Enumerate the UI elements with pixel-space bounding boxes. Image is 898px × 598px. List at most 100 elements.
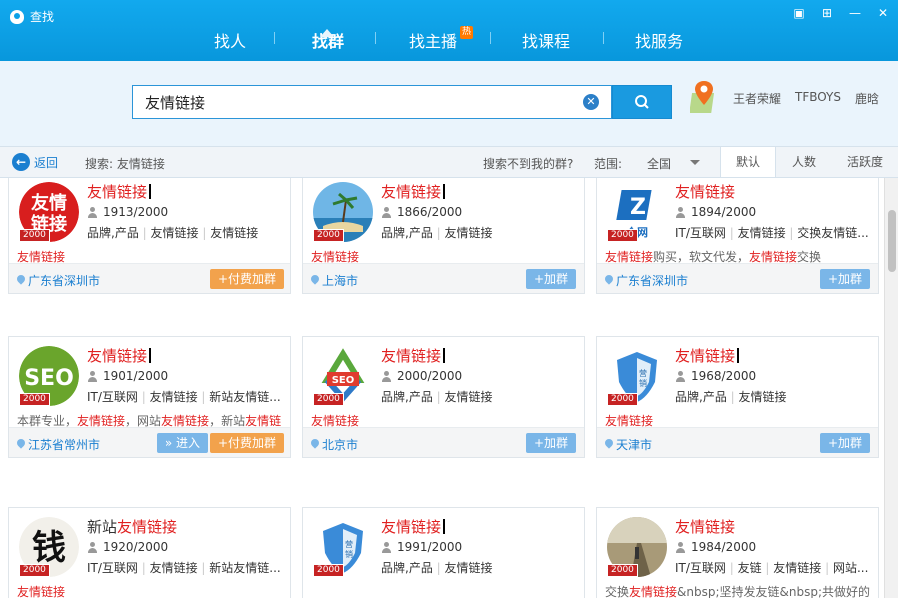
member-count: 1968/2000 xyxy=(675,369,756,383)
member-count: 1984/2000 xyxy=(675,540,756,554)
group-card[interactable]: 2000友情链接1984/2000IT/互联网友链友情链接网站...交换友情链接… xyxy=(596,507,879,598)
members-icon xyxy=(675,206,686,218)
group-card[interactable]: 2000 友情链接 1866/2000 品牌,产品友情链接友情链接上海市 +加群 xyxy=(302,178,585,294)
group-card[interactable]: 营销2000 友情链接 1968/2000 品牌,产品友情链接友情链接天津市 +加群 xyxy=(596,336,879,458)
group-description: 交换友情链接&nbsp;坚持发友链&nbsp;共做好的 xyxy=(605,585,871,598)
group-tag[interactable]: 交换友情链... xyxy=(786,226,869,240)
tab-find-services[interactable]: 找服务 xyxy=(635,28,683,52)
group-tag[interactable]: 友情链接 xyxy=(199,226,259,240)
location-pin-icon xyxy=(311,439,319,450)
group-tag[interactable]: 品牌,产品 xyxy=(381,390,433,404)
back-button[interactable]: ← 返回 xyxy=(12,153,58,171)
group-tag[interactable]: IT/互联网 xyxy=(675,561,726,575)
nav-divider xyxy=(490,32,491,44)
sort-activity[interactable]: 活跃度 xyxy=(836,147,894,177)
main-nav: 找人 找群 找主播 热 找课程 找服务 xyxy=(0,24,898,61)
group-location[interactable]: 广东省深圳市 xyxy=(605,272,688,289)
group-tag[interactable]: 友情链接 xyxy=(433,226,493,240)
group-tag[interactable]: 品牌,产品 xyxy=(87,226,139,240)
group-card[interactable]: 钱2000新站友情链接1920/2000IT/互联网友情链接新站友情链...友情… xyxy=(8,507,291,598)
group-location[interactable]: 天津市 xyxy=(605,436,652,453)
group-tags: 品牌,产品友情链接 xyxy=(675,388,875,405)
group-name-keyword: 友情链接 xyxy=(381,347,442,365)
group-card[interactable]: SEO 2000 友情链接 2000/2000 品牌,产品友情链接友情链接北京市 +加群 xyxy=(302,336,585,458)
sort-default[interactable]: 默认 xyxy=(720,147,776,177)
hot-word[interactable]: 鹿晗 xyxy=(855,90,879,107)
group-tag[interactable]: 友情链接 xyxy=(762,561,822,575)
location-pin-icon xyxy=(311,275,319,286)
paid-join-button[interactable]: +付费加群 xyxy=(209,433,284,453)
group-tag[interactable]: 友链 xyxy=(726,561,762,575)
search-button[interactable] xyxy=(612,85,672,119)
group-location[interactable]: 广东省深圳市 xyxy=(17,272,100,289)
group-location[interactable]: 江苏省常州市 xyxy=(17,436,100,453)
clear-icon[interactable]: ✕ xyxy=(583,94,599,110)
enter-group-button[interactable]: » 进入 xyxy=(156,433,208,453)
search-input[interactable] xyxy=(133,86,573,118)
group-tag[interactable]: IT/互联网 xyxy=(675,226,726,240)
card-footer: 北京市 +加群 xyxy=(303,427,584,457)
chevron-down-icon[interactable] xyxy=(690,160,700,165)
group-tag[interactable]: IT/互联网 xyxy=(87,561,138,575)
group-tag[interactable]: 新站友情链... xyxy=(198,390,281,404)
sort-members[interactable]: 人数 xyxy=(776,147,832,177)
group-name[interactable]: 友情链接 xyxy=(381,181,446,202)
join-group-button[interactable]: +加群 xyxy=(819,433,870,453)
tab-find-courses[interactable]: 找课程 xyxy=(522,28,570,52)
join-group-button[interactable]: +加群 xyxy=(525,269,576,289)
scrollbar[interactable] xyxy=(884,178,898,598)
group-tag[interactable]: 品牌,产品 xyxy=(381,561,433,575)
group-tag[interactable]: 友情链接 xyxy=(139,226,199,240)
group-tags: 品牌,产品友情链接 xyxy=(381,224,581,241)
location-pin-icon xyxy=(605,275,613,286)
group-card[interactable]: Z众网2000友情链接1894/2000IT/互联网友情链接交换友情链...友情… xyxy=(596,178,879,294)
group-tag[interactable]: 友情链接 xyxy=(138,390,198,404)
group-tag[interactable]: IT/互联网 xyxy=(87,390,138,404)
close-icon[interactable]: ✕ xyxy=(876,6,890,20)
tab-find-streamers[interactable]: 找主播 xyxy=(409,28,457,52)
add-icon[interactable]: ⊞ xyxy=(820,6,834,20)
not-found-link[interactable]: 搜索不到我的群? xyxy=(483,155,573,172)
group-name-keyword: 友情链接 xyxy=(675,518,736,536)
group-tag[interactable]: 友情链接 xyxy=(433,561,493,575)
group-name-keyword: 友情链接 xyxy=(87,183,148,201)
group-tag[interactable]: 友情链接 xyxy=(433,390,493,404)
group-results: 友情链接2000友情链接1913/2000品牌,产品友情链接友情链接友情链接广东… xyxy=(0,178,884,598)
join-group-button[interactable]: +加群 xyxy=(819,269,870,289)
hot-word[interactable]: 王者荣耀 xyxy=(733,90,781,107)
group-tag[interactable]: 友情链接 xyxy=(726,226,786,240)
range-select[interactable]: 全国 xyxy=(647,155,671,172)
group-tag[interactable]: 网站... xyxy=(821,561,868,575)
hot-word[interactable]: TFBOYS xyxy=(795,90,841,107)
group-name[interactable]: 友情链接 xyxy=(381,345,446,366)
group-location[interactable]: 上海市 xyxy=(311,272,358,289)
group-name[interactable]: 友情链接 xyxy=(675,181,735,202)
card-footer: 广东省深圳市 +付费加群 xyxy=(9,263,290,293)
paid-join-button[interactable]: +付费加群 xyxy=(209,269,284,289)
group-location[interactable]: 北京市 xyxy=(311,436,358,453)
svg-text:Z: Z xyxy=(630,195,646,220)
group-tag[interactable]: 品牌,产品 xyxy=(381,226,433,240)
group-tags: IT/互联网友情链接交换友情链... xyxy=(675,224,875,241)
group-size-badge: 2000 xyxy=(313,393,344,406)
text-cursor xyxy=(443,348,446,363)
map-location-icon[interactable] xyxy=(690,79,718,115)
group-name[interactable]: 友情链接 xyxy=(87,181,152,202)
scrollbar-thumb[interactable] xyxy=(888,210,896,272)
minimize-icon[interactable]: — xyxy=(848,6,862,20)
group-tag[interactable]: 新站友情链... xyxy=(198,561,281,575)
group-card[interactable]: SEO2000友情链接1901/2000IT/互联网友情链接新站友情链...本群… xyxy=(8,336,291,458)
tab-find-people[interactable]: 找人 xyxy=(214,28,246,52)
group-name[interactable]: 友情链接 xyxy=(675,516,735,537)
join-group-button[interactable]: +加群 xyxy=(525,433,576,453)
group-card[interactable]: 友情链接 2000 友情链接 1913/2000 品牌,产品友情链接友情链接友情链接广东… xyxy=(8,178,291,294)
group-card[interactable]: 营销2000友情链接1991/2000品牌,产品友情链接 xyxy=(302,507,585,598)
group-name[interactable]: 友情链接 xyxy=(381,516,446,537)
group-tag[interactable]: 友情链接 xyxy=(138,561,198,575)
group-tag[interactable]: 友情链接 xyxy=(727,390,787,404)
feedback-icon[interactable]: ▣ xyxy=(792,6,806,20)
group-tag[interactable]: 品牌,产品 xyxy=(675,390,727,404)
group-name[interactable]: 新站友情链接 xyxy=(87,516,177,537)
group-name[interactable]: 友情链接 xyxy=(87,345,152,366)
group-name[interactable]: 友情链接 xyxy=(675,345,740,366)
